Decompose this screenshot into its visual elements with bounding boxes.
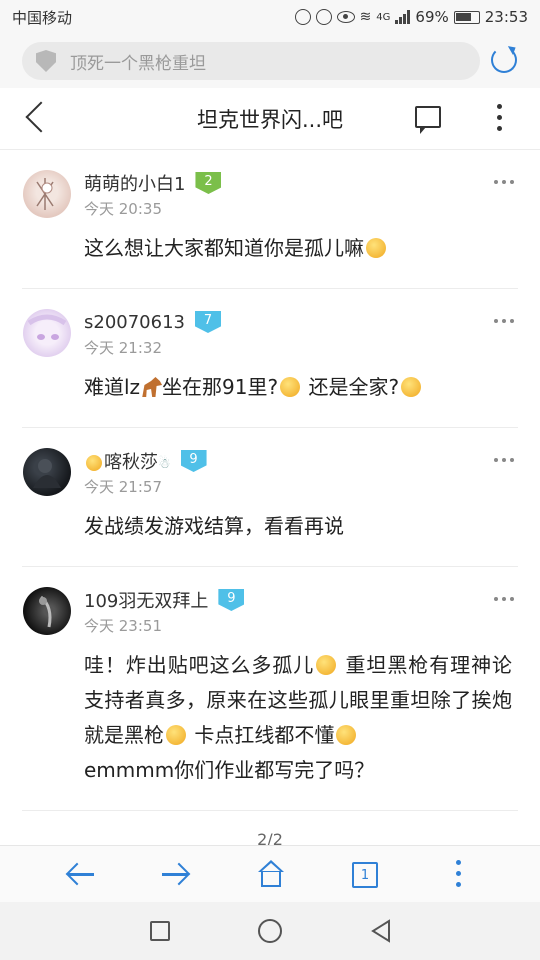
username-text: 喀秋莎 bbox=[104, 452, 158, 473]
more-horizontal-icon[interactable] bbox=[494, 319, 514, 323]
smug-emoji-icon bbox=[316, 655, 337, 675]
eye-comfort-icon bbox=[336, 11, 355, 23]
post-time: 今天 20:35 bbox=[84, 200, 162, 218]
grin-emoji-icon bbox=[86, 455, 102, 471]
post-content: 发战绩发游戏结算，看看再说 bbox=[84, 514, 344, 538]
list-item: 喀秋莎☃ 9 今天 21:57 发战绩发游戏结算，看看再说 bbox=[22, 428, 518, 567]
status-bar: 中国移动 ≋ 4G 69% 23:53 bbox=[0, 0, 540, 34]
browser-toolbar: 顶死一个黑枪重坦 bbox=[0, 34, 540, 88]
tabs-button[interactable]: 1 bbox=[352, 862, 378, 888]
avatar[interactable] bbox=[23, 587, 71, 635]
battery-percent: 69% bbox=[415, 8, 449, 26]
list-item: 萌萌的小白1 2 今天 20:35 这么想让大家都知道你是孤儿嘛 bbox=[22, 150, 518, 289]
post-time: 今天 21:57 bbox=[84, 478, 162, 496]
signal-icon bbox=[395, 10, 411, 24]
network-type: 4G bbox=[376, 11, 391, 23]
post-time: 今天 21:32 bbox=[84, 339, 162, 357]
post-text: 卡点扛线都不懂 bbox=[188, 723, 335, 747]
search-placeholder: 顶死一个黑枪重坦 bbox=[70, 53, 206, 74]
level-badge: 9 bbox=[180, 450, 207, 472]
level-badge: 7 bbox=[195, 311, 221, 333]
smug-emoji-icon bbox=[336, 725, 357, 745]
home-circle-icon[interactable] bbox=[258, 919, 282, 943]
smug-emoji-icon bbox=[166, 725, 186, 745]
post-time: 今天 23:51 bbox=[84, 617, 162, 635]
more-horizontal-icon[interactable] bbox=[494, 458, 514, 462]
post-text: 这么想让大家都知道你是孤儿嘛 bbox=[84, 236, 364, 260]
more-vertical-icon[interactable] bbox=[497, 104, 503, 134]
list-item: s20070613 7 今天 21:32 难道lz 坐在那91里? 还是全家? bbox=[22, 289, 518, 428]
status-icons: ≋ 4G 69% 23:53 bbox=[294, 8, 528, 26]
back-arrow-icon[interactable] bbox=[66, 860, 96, 890]
recent-apps-icon[interactable] bbox=[150, 921, 170, 941]
post-text: 难道lz bbox=[84, 375, 141, 399]
avatar[interactable] bbox=[23, 170, 71, 218]
search-input[interactable]: 顶死一个黑枪重坦 bbox=[22, 42, 480, 80]
hd-icon bbox=[294, 9, 311, 25]
username[interactable]: s20070613 bbox=[84, 312, 185, 333]
wifi-icon: ≋ bbox=[359, 9, 372, 25]
post-content: 这么想让大家都知道你是孤儿嘛 bbox=[84, 231, 518, 266]
menu-icon[interactable] bbox=[456, 860, 462, 890]
alarm-icon bbox=[315, 9, 332, 25]
page-title: 坦克世界闪...吧 bbox=[196, 108, 344, 132]
battery-icon bbox=[453, 10, 480, 24]
reply-list: 萌萌的小白1 2 今天 20:35 这么想让大家都知道你是孤儿嘛 s200706… bbox=[0, 150, 540, 845]
post-text: 坐在那91里? bbox=[162, 375, 279, 399]
home-icon[interactable] bbox=[255, 860, 285, 890]
more-horizontal-icon[interactable] bbox=[494, 597, 514, 601]
thinking-emoji-icon bbox=[401, 377, 422, 397]
snowman-icon: ☃ bbox=[158, 456, 171, 472]
page-header: 坦克世界闪...吧 bbox=[0, 88, 540, 150]
horse-emoji-icon bbox=[142, 377, 163, 397]
level-badge: 9 bbox=[218, 589, 245, 611]
message-icon[interactable] bbox=[415, 106, 441, 134]
system-back-icon[interactable] bbox=[370, 919, 392, 943]
post-content: 哇！炸出贴吧这么多孤儿 重坦黑枪有理神论支持者真多，原来在这些孤儿眼里重坦除了挨… bbox=[84, 648, 518, 788]
browser-bottom-bar: 1 bbox=[0, 845, 540, 902]
forward-arrow-icon[interactable] bbox=[160, 860, 190, 890]
list-item: 109羽无双拜上 9 今天 23:51 哇！炸出贴吧这么多孤儿 重坦黑枪有理神论… bbox=[22, 567, 518, 811]
post-text: 还是全家? bbox=[302, 375, 400, 399]
avatar[interactable] bbox=[23, 309, 71, 357]
clock: 23:53 bbox=[484, 8, 528, 26]
more-horizontal-icon[interactable] bbox=[494, 180, 514, 184]
refresh-icon[interactable] bbox=[491, 47, 517, 73]
post-text: emmmm你们作业都写完了吗？ bbox=[84, 758, 375, 782]
level-badge: 2 bbox=[195, 172, 222, 194]
avatar[interactable] bbox=[23, 448, 71, 496]
thinking-emoji-icon bbox=[280, 377, 301, 397]
system-nav-bar bbox=[0, 902, 540, 960]
smug-emoji-icon bbox=[366, 238, 386, 258]
carrier-label: 中国移动 bbox=[12, 8, 73, 27]
post-text: 哇！炸出贴吧这么多孤儿 bbox=[84, 653, 315, 677]
post-content: 难道lz 坐在那91里? 还是全家? bbox=[84, 370, 518, 405]
username[interactable]: 萌萌的小白1 bbox=[84, 170, 185, 196]
username[interactable]: 喀秋莎☃ bbox=[84, 448, 171, 474]
username[interactable]: 109羽无双拜上 bbox=[84, 587, 208, 613]
shield-icon bbox=[36, 50, 56, 72]
